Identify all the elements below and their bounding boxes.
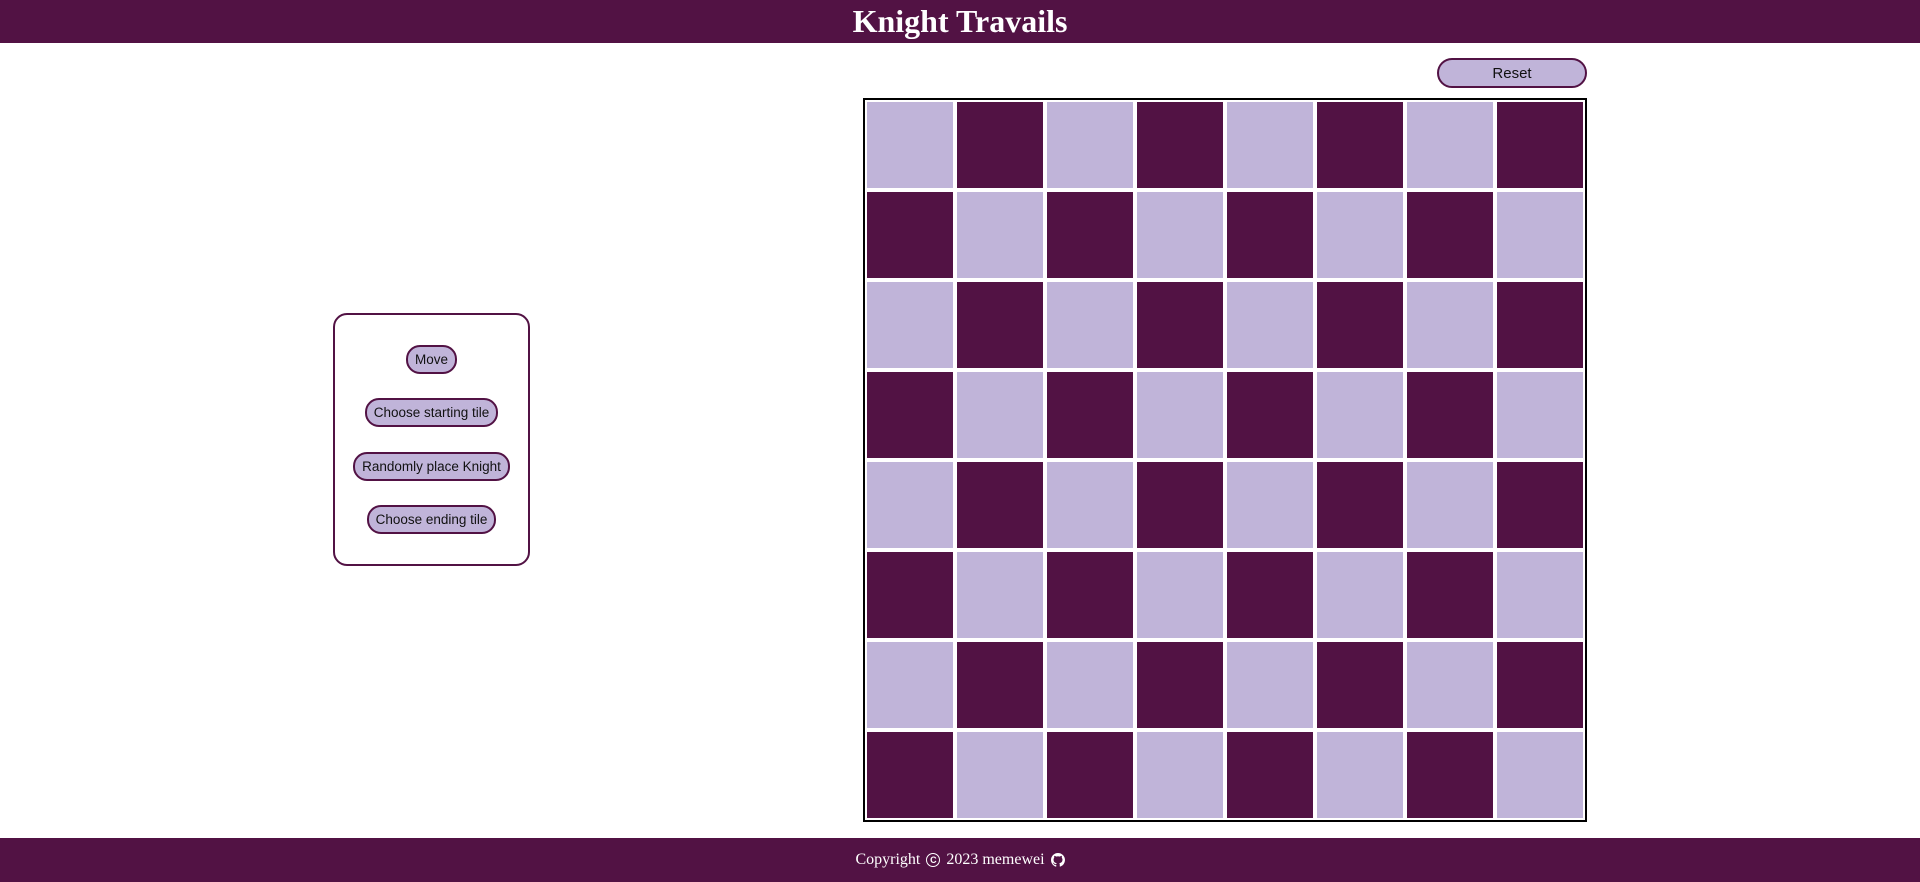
board-tile[interactable]: [1317, 642, 1403, 728]
randomly-place-knight-button[interactable]: Randomly place Knight: [353, 451, 510, 481]
page-title: Knight Travails: [852, 3, 1068, 39]
board-tile[interactable]: [1317, 282, 1403, 368]
board-tile[interactable]: [1407, 552, 1493, 638]
move-button[interactable]: Move: [405, 345, 457, 375]
board-tile[interactable]: [1407, 102, 1493, 188]
board-tile[interactable]: [957, 192, 1043, 278]
board-tile[interactable]: [1497, 282, 1583, 368]
board-tile[interactable]: [1317, 552, 1403, 638]
board-tile[interactable]: [1317, 372, 1403, 458]
board-tile[interactable]: [1047, 282, 1133, 368]
board-tile[interactable]: [1227, 732, 1313, 818]
board-tile[interactable]: [1407, 642, 1493, 728]
choose-starting-tile-button[interactable]: Choose starting tile: [364, 398, 499, 428]
board-tile[interactable]: [1137, 642, 1223, 728]
board-tile[interactable]: [1137, 372, 1223, 458]
board-tile[interactable]: [1047, 102, 1133, 188]
board-tile[interactable]: [1137, 282, 1223, 368]
board-tile[interactable]: [1047, 642, 1133, 728]
chess-board: [863, 98, 1587, 822]
board-tile[interactable]: [867, 192, 953, 278]
board-tile[interactable]: [957, 552, 1043, 638]
board-tile[interactable]: [1497, 552, 1583, 638]
copyright-year-author: 2023 memewei: [946, 851, 1045, 868]
board-tile[interactable]: [867, 372, 953, 458]
board-tile[interactable]: [1407, 282, 1493, 368]
board-tile[interactable]: [1227, 282, 1313, 368]
board-tile[interactable]: [957, 102, 1043, 188]
board-tile[interactable]: [867, 552, 953, 638]
board-tile[interactable]: [1137, 462, 1223, 548]
board-tile[interactable]: [1137, 552, 1223, 638]
board-tile[interactable]: [957, 732, 1043, 818]
board-tile[interactable]: [1047, 552, 1133, 638]
board-tile[interactable]: [1407, 462, 1493, 548]
board-tile[interactable]: [1227, 372, 1313, 458]
github-icon[interactable]: [1050, 853, 1065, 867]
board-tile[interactable]: [1137, 102, 1223, 188]
board-tile[interactable]: [867, 732, 953, 818]
board-tile[interactable]: [867, 462, 953, 548]
board-tile[interactable]: [1227, 642, 1313, 728]
board-tile[interactable]: [867, 282, 953, 368]
board-tile[interactable]: [1407, 372, 1493, 458]
board-tile[interactable]: [1407, 192, 1493, 278]
board-tile[interactable]: [1227, 102, 1313, 188]
board-tile[interactable]: [1317, 462, 1403, 548]
board-tile[interactable]: [1047, 192, 1133, 278]
board-tile[interactable]: [957, 462, 1043, 548]
board-tile[interactable]: [1407, 732, 1493, 818]
board-tile[interactable]: [1137, 732, 1223, 818]
board-tile[interactable]: [1497, 732, 1583, 818]
board-tile[interactable]: [1497, 642, 1583, 728]
site-footer: Copyright C 2023 memewei: [0, 838, 1920, 882]
board-tile[interactable]: [1227, 192, 1313, 278]
choose-ending-tile-button[interactable]: Choose ending tile: [366, 504, 497, 534]
board-tile[interactable]: [957, 642, 1043, 728]
reset-button[interactable]: Reset: [1437, 58, 1587, 88]
site-header: Knight Travails: [0, 0, 1920, 43]
board-tile[interactable]: [867, 642, 953, 728]
board-tile[interactable]: [1497, 372, 1583, 458]
board-tile[interactable]: [867, 102, 953, 188]
board-tile[interactable]: [1317, 732, 1403, 818]
board-tile[interactable]: [1047, 732, 1133, 818]
board-tile[interactable]: [1497, 102, 1583, 188]
board-tile[interactable]: [1497, 462, 1583, 548]
board-tile[interactable]: [1227, 552, 1313, 638]
board-tile[interactable]: [957, 372, 1043, 458]
board-tile[interactable]: [1317, 102, 1403, 188]
board-tile[interactable]: [1317, 192, 1403, 278]
copyright-label: Copyright: [855, 851, 921, 868]
controls-panel: Move Choose starting tile Randomly place…: [333, 313, 530, 566]
board-tile[interactable]: [1047, 462, 1133, 548]
copyright-icon: C: [926, 853, 941, 867]
board-tile[interactable]: [957, 282, 1043, 368]
board-tile[interactable]: [1137, 192, 1223, 278]
board-tile[interactable]: [1047, 372, 1133, 458]
board-tile[interactable]: [1227, 462, 1313, 548]
board-tile[interactable]: [1497, 192, 1583, 278]
